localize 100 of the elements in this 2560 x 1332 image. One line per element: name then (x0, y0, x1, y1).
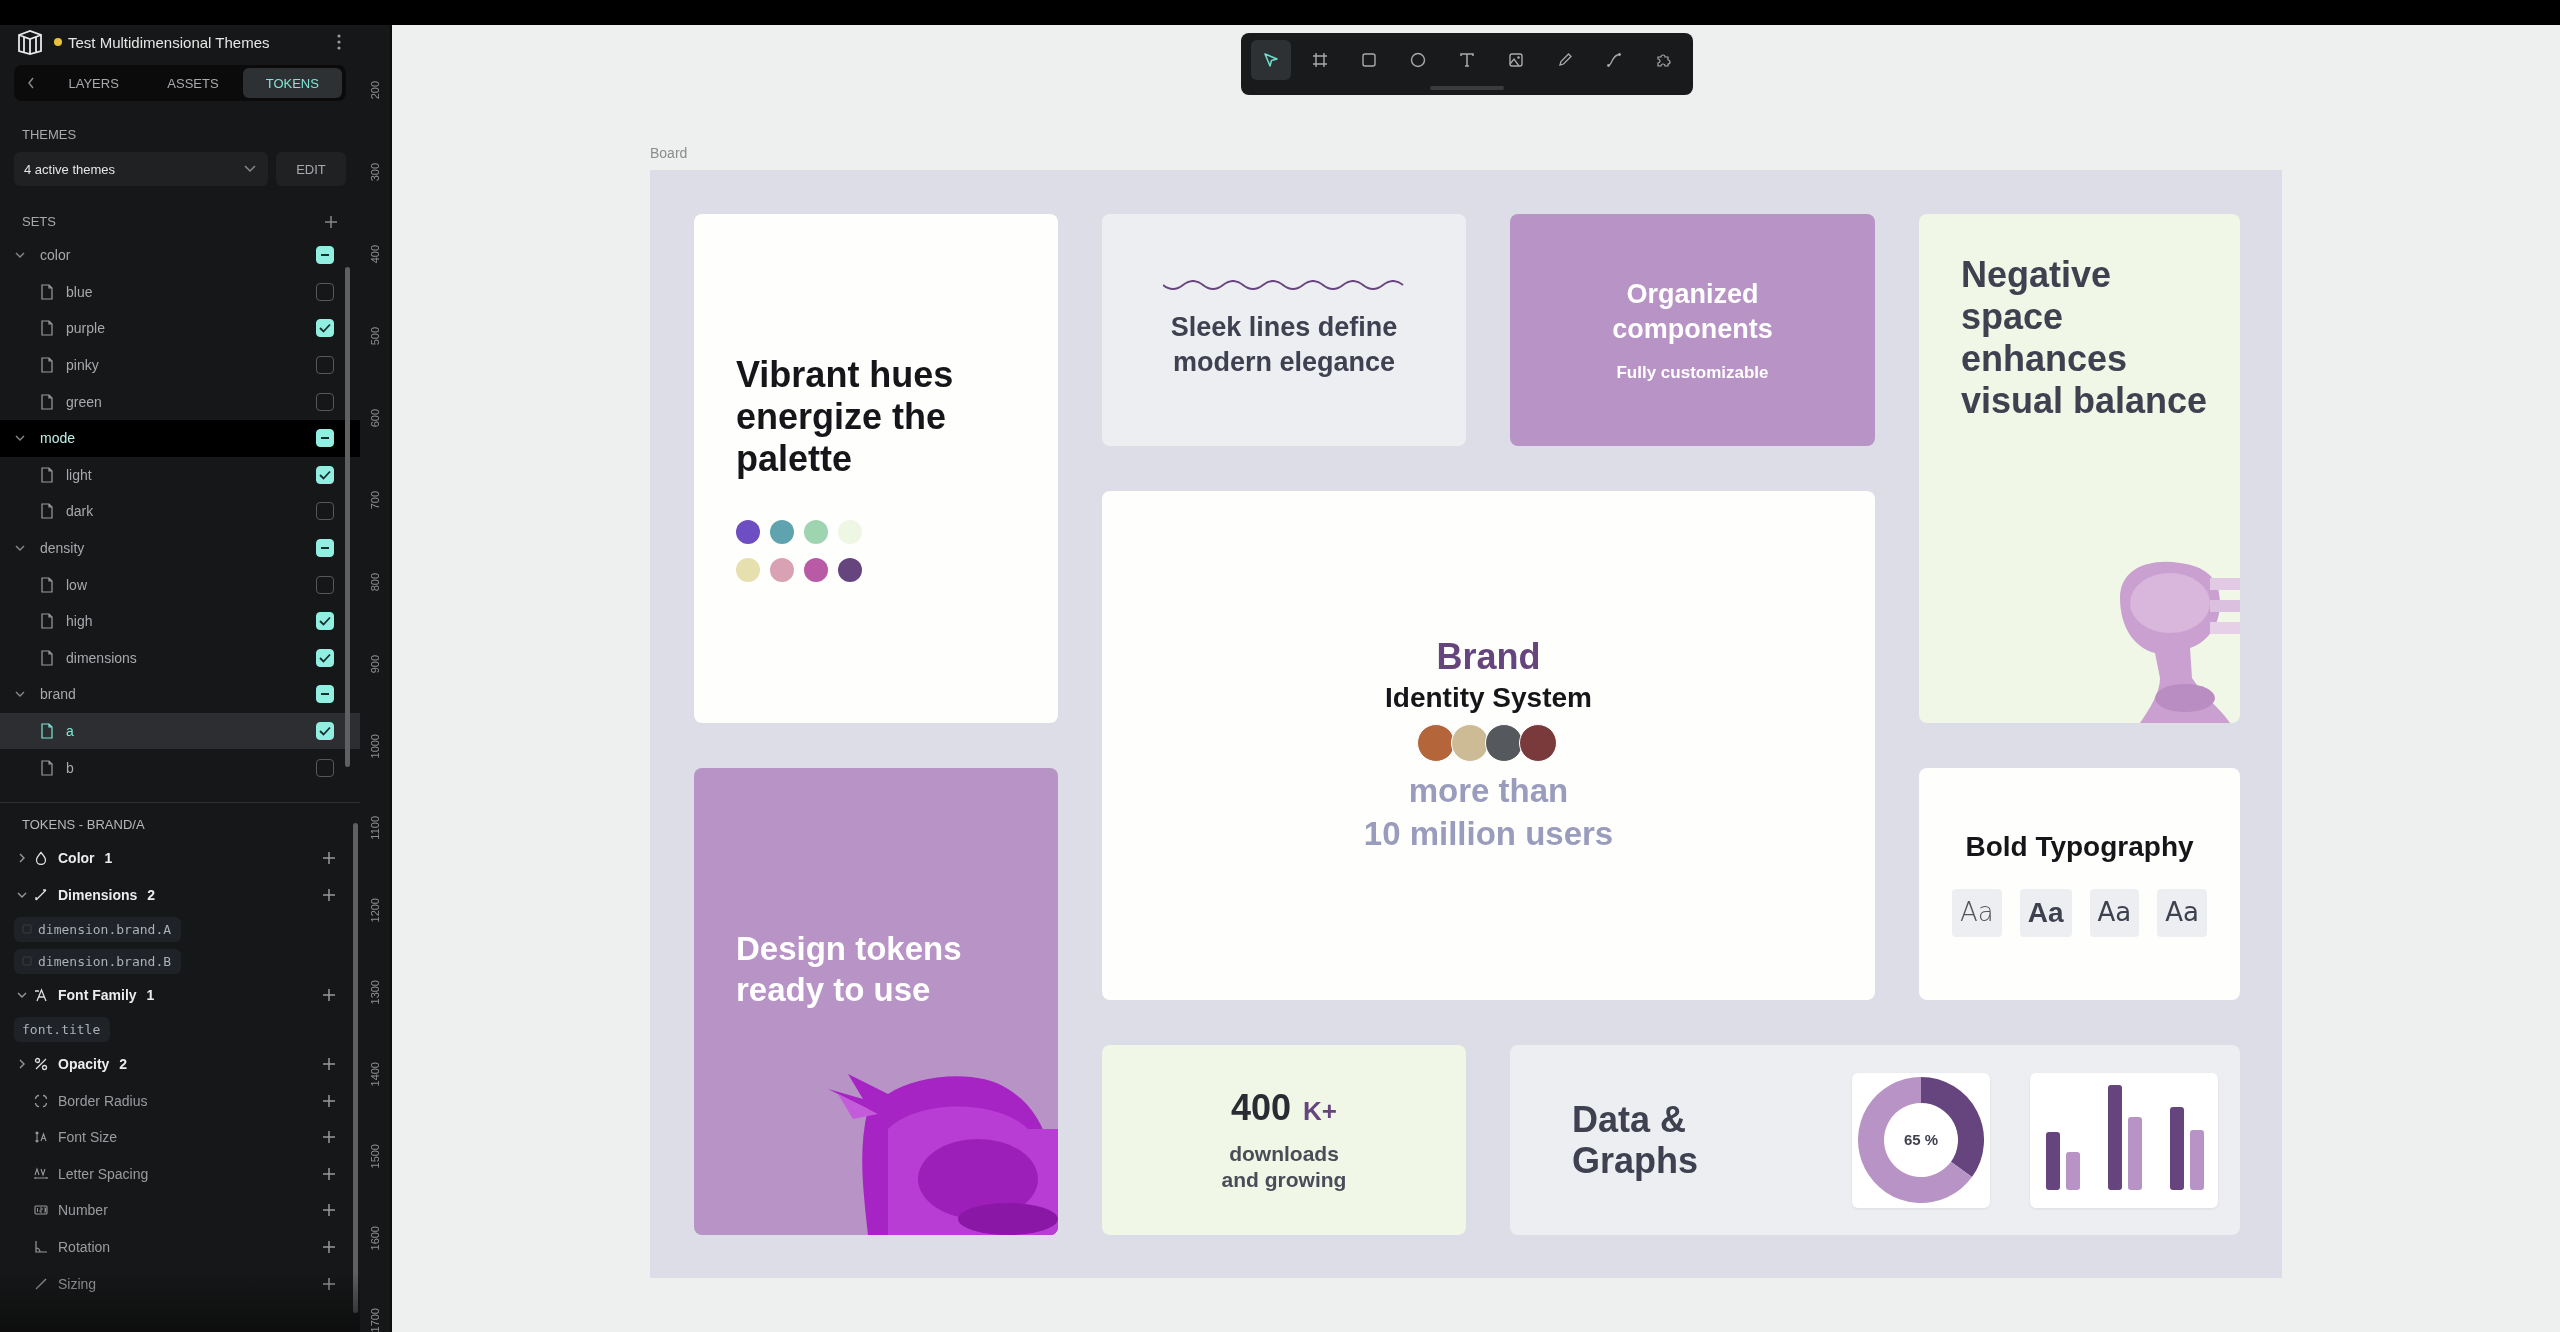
checkbox[interactable] (316, 502, 334, 521)
token-group-label[interactable]: Opacity (58, 1056, 110, 1072)
token-group-label[interactable]: Font Family (58, 987, 137, 1004)
set-label: mode (40, 430, 77, 447)
angle-icon (34, 1239, 48, 1254)
token-count: 2 (119, 1056, 128, 1072)
set-label: density (40, 540, 86, 557)
panel-tab[interactable]: TOKENS (242, 68, 342, 98)
chart-bar (2046, 1132, 2060, 1190)
letter-spacing-icon (34, 1166, 48, 1181)
add-icon[interactable] (322, 1093, 336, 1108)
set-row[interactable]: b (0, 749, 360, 786)
add-icon[interactable] (322, 1239, 336, 1254)
file-icon (40, 723, 54, 739)
checkbox[interactable] (316, 758, 334, 777)
set-row[interactable]: dimensions (0, 639, 360, 677)
user-stat: more than 10 million users (1363, 770, 1614, 854)
chevron-down-icon (244, 165, 256, 173)
file-icon (40, 576, 54, 593)
checkbox[interactable] (316, 282, 334, 301)
brand-subtitle: Identity System (1385, 681, 1592, 714)
set-row[interactable]: green (0, 383, 360, 420)
set-row[interactable]: low (0, 566, 360, 603)
diagonal-line-icon (34, 887, 48, 902)
token-pill[interactable]: dimension.brand.B (14, 948, 182, 974)
token-group-label[interactable]: Color (58, 850, 95, 867)
set-label: dimensions (66, 649, 138, 666)
section-heading: TOKENS - BRAND/A (21, 815, 146, 834)
scrollbar[interactable] (353, 822, 358, 1313)
set-row[interactable]: light (0, 456, 360, 494)
set-row[interactable]: pinky (0, 346, 360, 384)
checkbox[interactable] (316, 575, 334, 594)
back-icon[interactable] (26, 76, 36, 90)
avatar (1484, 723, 1523, 762)
panel-tab[interactable]: LAYERS (44, 68, 144, 98)
set-group-row[interactable]: color (0, 237, 360, 274)
pointer-icon[interactable] (1251, 40, 1291, 80)
set-row[interactable]: dark (0, 493, 360, 530)
file-icon (40, 649, 54, 666)
add-icon[interactable] (322, 887, 336, 902)
token-group-label[interactable]: Dimensions (58, 886, 138, 903)
minus-icon (321, 547, 329, 550)
ruler-label: 700 (369, 490, 381, 510)
edit-button[interactable]: EDIT (276, 152, 346, 186)
set-row[interactable]: blue (0, 273, 360, 311)
card-title: Vibrant hues energize the palette (736, 354, 955, 481)
add-icon[interactable] (322, 1203, 336, 1218)
token-group-label[interactable]: Rotation (58, 1238, 111, 1255)
font-icon (34, 988, 48, 1003)
add-icon[interactable] (322, 1276, 336, 1291)
project-title: Test Multidimensional Themes (68, 33, 271, 51)
set-label: color (40, 247, 72, 264)
token-group-label[interactable]: Number (58, 1202, 108, 1219)
ruler-label: 1000 (369, 733, 381, 759)
more-icon[interactable] (336, 33, 342, 51)
token-group-label[interactable]: Sizing (58, 1275, 97, 1292)
corners-icon (34, 1093, 48, 1108)
token-pill[interactable]: dimension.brand.A (14, 916, 182, 942)
set-row[interactable]: purple (0, 310, 360, 347)
card-title: Organized components (1612, 277, 1773, 346)
logo-icon[interactable] (16, 28, 44, 56)
add-icon[interactable] (324, 214, 338, 229)
set-label: high (66, 613, 94, 630)
font-sample: Aa (2157, 889, 2207, 937)
brand-title: Brand (1436, 635, 1541, 678)
add-icon[interactable] (322, 988, 336, 1003)
avatar (1450, 723, 1489, 762)
card-title: Bold Typography (1965, 831, 2194, 863)
avatar (1518, 723, 1557, 762)
set-row[interactable]: a (0, 712, 360, 750)
add-icon[interactable] (322, 851, 336, 866)
panel-tab[interactable]: ASSETS (143, 68, 243, 98)
set-group-row[interactable]: density (0, 529, 360, 567)
add-icon[interactable] (322, 1130, 336, 1145)
token-count: 1 (104, 850, 113, 867)
token-group-label[interactable]: Font Size (58, 1129, 118, 1146)
token-group-label[interactable]: Border Radius (58, 1092, 148, 1109)
scrollbar[interactable] (345, 267, 350, 767)
set-label: blue (66, 283, 94, 300)
ruler-label: 1200 (369, 897, 381, 923)
card-title: Design tokens ready to use (736, 929, 963, 1011)
font-sample: Aa (1952, 889, 2002, 937)
add-icon[interactable] (322, 1057, 336, 1071)
set-group-row[interactable]: mode (0, 419, 360, 457)
set-group-row[interactable]: brand (0, 676, 360, 713)
set-row[interactable]: high (0, 602, 360, 640)
add-icon[interactable] (322, 1166, 336, 1181)
count-unit: K+ (1303, 1095, 1337, 1127)
set-label: green (66, 393, 103, 410)
checkbox[interactable] (316, 392, 334, 411)
set-label: brand (40, 686, 77, 703)
token-group-label[interactable]: Letter Spacing (58, 1165, 149, 1182)
checkbox[interactable] (316, 356, 334, 375)
card-caption: downloads and growing (1221, 1140, 1347, 1193)
themes-dropdown[interactable]: 4 active themes (14, 152, 268, 186)
file-icon (40, 283, 54, 300)
token-pill[interactable]: font.title (14, 1017, 111, 1043)
donut-label: 65 % (1903, 1131, 1939, 1148)
font-sample: Aa (2019, 889, 2072, 937)
font-sample: Aa (2089, 889, 2140, 937)
